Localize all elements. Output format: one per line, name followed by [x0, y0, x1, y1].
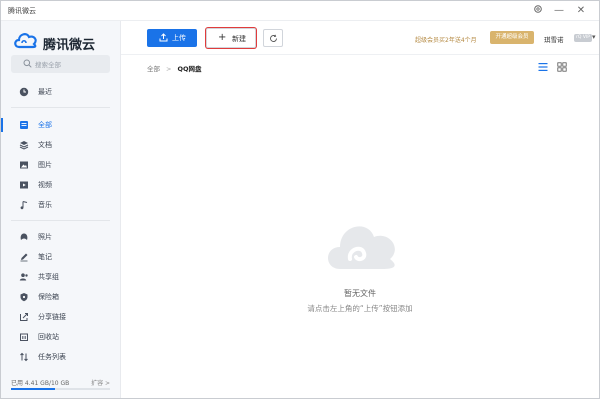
sidebar-item-music[interactable]: 音乐 — [1, 196, 120, 214]
upload-button-label: 上传 — [172, 34, 186, 42]
clock-icon — [19, 87, 29, 97]
empty-cloud-icon — [328, 226, 395, 269]
search-icon — [23, 59, 32, 68]
storage-progress-bar — [11, 388, 110, 390]
sidebar-item-label: 照片 — [38, 233, 52, 241]
refresh-icon — [270, 34, 277, 42]
vip-promo-text[interactable]: 超级会员买2年送4个月 — [415, 35, 477, 44]
sidebar-item-notes[interactable]: 笔记 — [1, 248, 120, 266]
vip-badge: rQ VIP — [574, 34, 592, 42]
toolbar: 上传 + 新建 超级会员买2年送4个月 开通超级会员 琪雪诺 rQ VIP ▾ — [121, 21, 599, 55]
layers-icon — [19, 141, 29, 150]
group-icon — [19, 273, 28, 281]
sidebar-item-images[interactable]: 图片 — [1, 156, 120, 174]
photo-icon — [20, 233, 28, 240]
sidebar-item-label: 回收站 — [38, 333, 59, 341]
sidebar-item-safe-box[interactable]: 保险箱 — [1, 288, 120, 306]
upload-button[interactable]: 上传 — [147, 29, 197, 47]
note-icon — [20, 253, 28, 262]
shield-icon — [20, 293, 28, 302]
transfer-icon — [20, 352, 28, 362]
sidebar-item-label: 音乐 — [38, 201, 52, 209]
sidebar-item-label: 视频 — [38, 181, 52, 189]
empty-title: 暂无文件 — [344, 289, 376, 298]
image-icon — [20, 161, 28, 169]
sidebar-item-label: 保险箱 — [38, 293, 59, 301]
grid-view-icon[interactable] — [557, 62, 567, 72]
breadcrumb-root[interactable]: 全部 — [147, 65, 160, 73]
sidebar-item-label: 图片 — [38, 161, 52, 169]
sidebar-divider — [11, 220, 110, 221]
trash-icon — [20, 333, 28, 341]
app-window: 腾讯微云 — ✕ 腾讯微云 搜索全部 最近 全部 文档 图片 视频 音乐 照片 … — [0, 0, 600, 399]
storage-progress-fill — [11, 388, 55, 390]
list-view-icon[interactable] — [538, 62, 548, 72]
active-indicator — [1, 118, 3, 132]
minimize-button[interactable]: — — [552, 4, 566, 18]
sidebar-item-photos[interactable]: 照片 — [1, 228, 120, 246]
file-icon — [20, 121, 28, 129]
sidebar-item-label: 最近 — [38, 88, 52, 96]
sidebar-item-label: 共享组 — [38, 273, 59, 281]
sidebar: 腾讯微云 搜索全部 最近 全部 文档 图片 视频 音乐 照片 笔记 共享组 保险… — [1, 21, 121, 398]
sidebar-item-label: 分享链接 — [38, 313, 66, 321]
sidebar-item-label: 笔记 — [38, 253, 52, 261]
empty-state: 暂无文件 请点击左上角的“上传”按钮添加 — [121, 201, 599, 321]
sidebar-divider — [11, 107, 110, 108]
video-icon — [20, 181, 28, 189]
sidebar-item-share-links[interactable]: 分享链接 — [1, 308, 120, 326]
breadcrumb-current: QQ网盘 — [177, 65, 202, 73]
share-icon — [20, 313, 28, 321]
empty-hint: 请点击左上角的“上传”按钮添加 — [307, 304, 413, 313]
expand-storage-link[interactable]: 扩容 > — [91, 378, 110, 387]
title-bar: 腾讯微云 — ✕ — [1, 1, 599, 21]
sidebar-item-docs[interactable]: 文档 — [1, 136, 120, 154]
sidebar-item-videos[interactable]: 视频 — [1, 176, 120, 194]
sidebar-item-recent[interactable]: 最近 — [1, 83, 120, 101]
refresh-button[interactable] — [263, 29, 283, 47]
plus-icon: + — [218, 32, 227, 43]
open-vip-button[interactable]: 开通超级会员 — [490, 31, 534, 44]
sidebar-item-all[interactable]: 全部 — [1, 116, 120, 134]
search-input[interactable]: 搜索全部 — [11, 55, 110, 73]
breadcrumb: 全部 > QQ网盘 — [147, 63, 202, 73]
sidebar-item-shared-group[interactable]: 共享组 — [1, 268, 120, 286]
search-placeholder: 搜索全部 — [35, 61, 61, 69]
logo-text: 腾讯微云 — [43, 38, 96, 53]
upload-icon — [159, 33, 168, 42]
sidebar-item-task-list[interactable]: 任务列表 — [1, 348, 120, 366]
storage-used-text: 已用 4.41 GB/10 GB — [11, 380, 70, 387]
new-button-label: 新建 — [232, 35, 246, 43]
sidebar-item-recycle-bin[interactable]: 回收站 — [1, 328, 120, 346]
music-icon — [20, 201, 28, 210]
gear-icon[interactable] — [531, 4, 545, 18]
cloud-logo-icon — [14, 33, 37, 49]
sidebar-item-label: 文档 — [38, 141, 52, 149]
sidebar-item-label: 任务列表 — [38, 353, 66, 361]
breadcrumb-separator: > — [166, 65, 172, 73]
new-button[interactable]: + 新建 — [206, 28, 256, 48]
chevron-down-icon[interactable]: ▾ — [592, 33, 596, 41]
close-button[interactable]: ✕ — [574, 4, 588, 18]
window-title: 腾讯微云 — [8, 7, 36, 15]
sidebar-item-label: 全部 — [38, 121, 52, 129]
username[interactable]: 琪雪诺 — [544, 34, 564, 44]
